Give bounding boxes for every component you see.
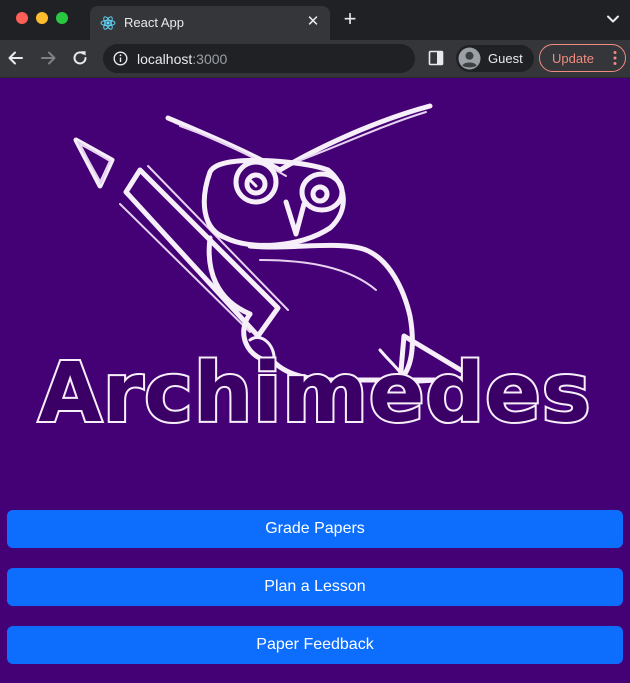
profile-label: Guest [488,51,523,66]
more-vertical-icon[interactable] [613,50,617,66]
url-port: :3000 [192,51,228,67]
maximize-window-button[interactable] [56,12,68,24]
brand-wordmark: Archimedes [36,344,592,443]
url-text[interactable]: localhost:3000 [137,51,227,67]
browser-window: React App ✕ + localhost:3000 Guest Updat… [0,0,630,683]
update-label: Update [552,51,594,66]
tab-title: React App [124,15,184,30]
close-window-button[interactable] [16,12,28,24]
paper-feedback-button[interactable]: Paper Feedback [7,626,623,664]
address-bar[interactable]: localhost:3000 [103,44,415,73]
plan-a-lesson-button[interactable]: Plan a Lesson [7,568,623,606]
update-button[interactable]: Update [539,44,626,72]
browser-toolbar: localhost:3000 Guest Update [0,40,630,78]
react-logo-icon [100,16,116,30]
reload-icon[interactable] [70,48,90,68]
side-panel-icon[interactable] [428,50,444,66]
tab-react-app[interactable]: React App ✕ [90,6,330,40]
forward-arrow-icon[interactable] [38,48,58,68]
profile-button[interactable]: Guest [456,45,534,72]
tab-close-icon[interactable]: ✕ [304,13,322,31]
minimize-window-button[interactable] [36,12,48,24]
new-tab-button[interactable]: + [339,8,361,30]
info-icon[interactable] [113,51,128,66]
tab-search-chevron-icon[interactable] [606,12,620,26]
back-arrow-icon[interactable] [6,48,26,68]
url-host: localhost [137,51,193,67]
guest-avatar-icon [458,47,481,70]
tab-strip: React App ✕ + [0,0,630,40]
app-page: Archimedes Grade Papers Plan a Lesson Pa… [0,78,630,683]
grade-papers-button[interactable]: Grade Papers [7,510,623,548]
